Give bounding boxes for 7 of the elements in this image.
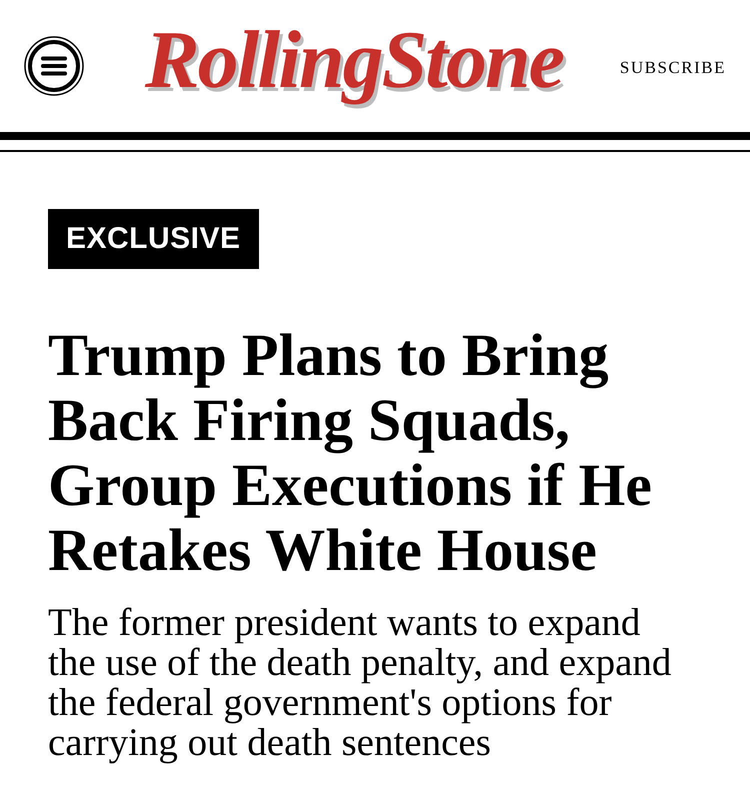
menu-icon — [24, 36, 84, 96]
subscribe-link[interactable]: SUBSCRIBE — [620, 55, 726, 81]
article-headline: Trump Plans to Bring Back Firing Squads, Group Executions if He Retakes White House — [48, 323, 653, 583]
exclusive-badge: EXCLUSIVE — [48, 209, 259, 269]
article-subheading: The former president wants to expand the use of the death penalty, and expand the federal government's options for carrying out death sentences — [48, 603, 672, 763]
site-logo[interactable]: RollingStone — [144, 16, 563, 104]
menu-button[interactable] — [24, 36, 84, 96]
